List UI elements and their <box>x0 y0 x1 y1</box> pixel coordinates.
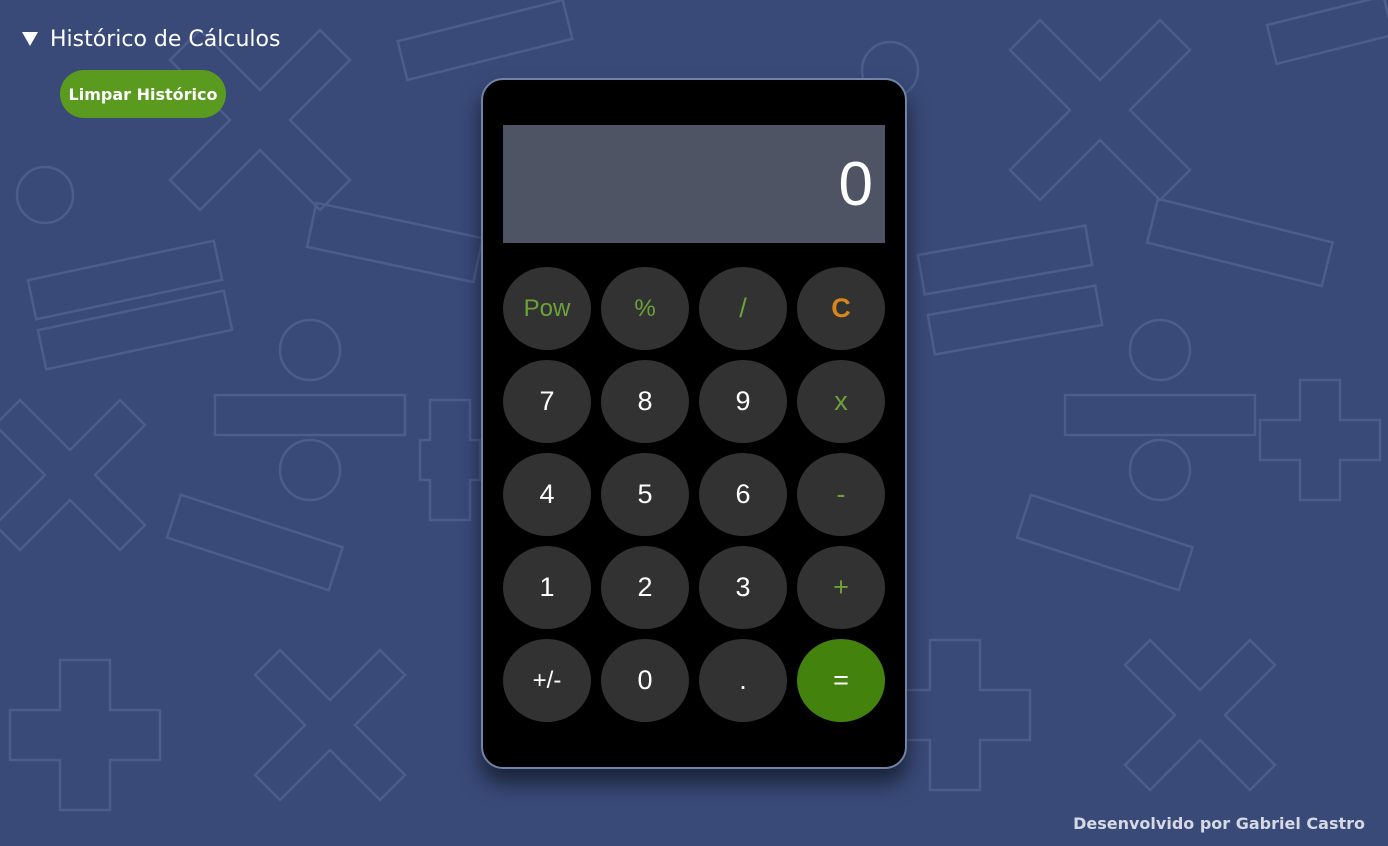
calculator-display: 0 <box>503 125 885 243</box>
digit-9-button[interactable]: 9 <box>699 360 787 443</box>
minus-button[interactable]: - <box>797 453 885 536</box>
pow-button[interactable]: Pow <box>503 267 591 350</box>
negate-button[interactable]: +/- <box>503 639 591 722</box>
footer-credit: Desenvolvido por Gabriel Castro <box>1073 814 1365 833</box>
digit-0-button[interactable]: 0 <box>601 639 689 722</box>
equals-button[interactable]: = <box>797 639 885 722</box>
clear-button[interactable]: C <box>797 267 885 350</box>
calculator: 0 Pow % / C 7 8 9 x 4 5 6 - 1 2 3 + +/- … <box>481 78 907 769</box>
history-title: Histórico de Cálculos <box>50 26 281 52</box>
digit-8-button[interactable]: 8 <box>601 360 689 443</box>
digit-7-button[interactable]: 7 <box>503 360 591 443</box>
digit-1-button[interactable]: 1 <box>503 546 591 629</box>
history-toggle[interactable]: Histórico de Cálculos <box>20 24 280 54</box>
decimal-button[interactable]: . <box>699 639 787 722</box>
multiply-button[interactable]: x <box>797 360 885 443</box>
calculation-history: Histórico de Cálculos Limpar Histórico <box>20 24 280 118</box>
percent-button[interactable]: % <box>601 267 689 350</box>
clear-history-button[interactable]: Limpar Histórico <box>60 70 226 118</box>
digit-2-button[interactable]: 2 <box>601 546 689 629</box>
digit-4-button[interactable]: 4 <box>503 453 591 536</box>
caret-down-icon <box>22 32 38 46</box>
plus-button[interactable]: + <box>797 546 885 629</box>
digit-3-button[interactable]: 3 <box>699 546 787 629</box>
digit-5-button[interactable]: 5 <box>601 453 689 536</box>
digit-6-button[interactable]: 6 <box>699 453 787 536</box>
divide-button[interactable]: / <box>699 267 787 350</box>
